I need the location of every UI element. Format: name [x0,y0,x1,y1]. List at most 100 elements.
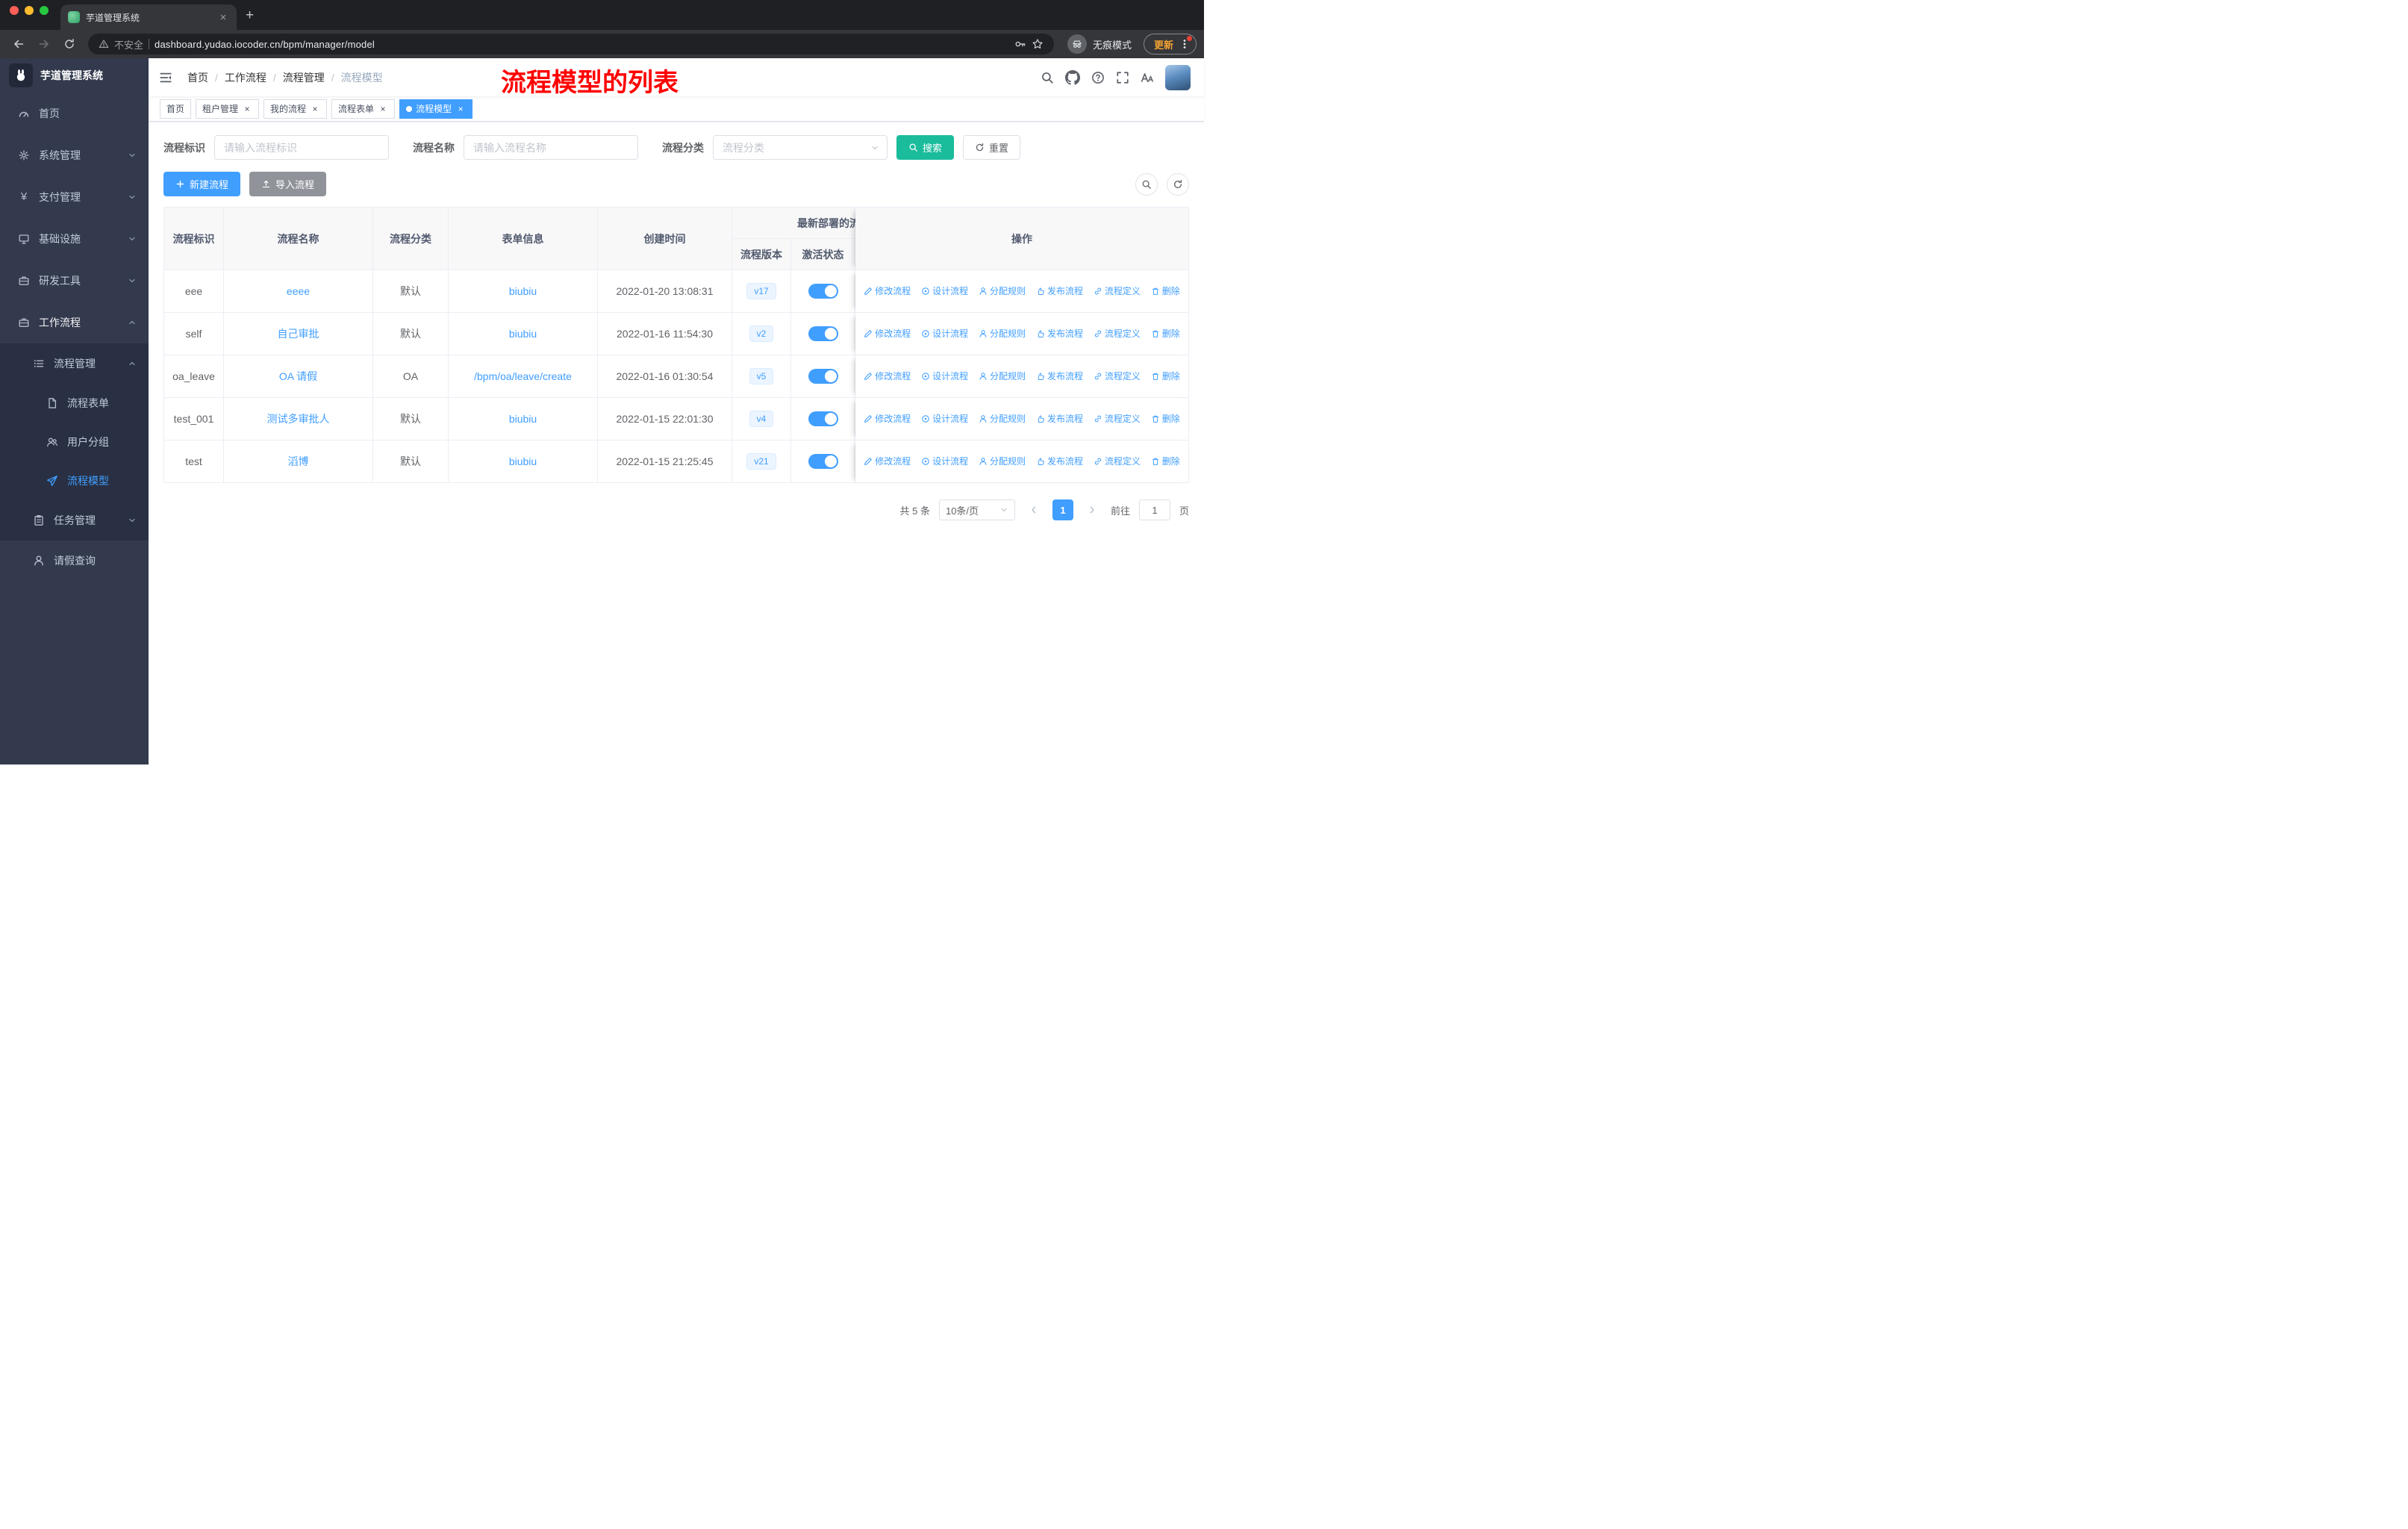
action-publish-process[interactable]: 发布流程 [1036,284,1083,297]
action-process-definition[interactable]: 流程定义 [1094,327,1141,340]
forward-button[interactable] [33,33,55,55]
sidebar-item-leave-query[interactable]: 请假查询 [0,541,149,581]
action-delete[interactable]: 删除 [1151,327,1180,340]
form-info-link[interactable]: biubiu [509,413,537,425]
close-window-button[interactable] [10,5,19,15]
tag-process-model[interactable]: 流程模型 × [399,99,473,119]
reload-button[interactable] [58,33,81,55]
minimize-window-button[interactable] [25,5,34,15]
process-name-link[interactable]: 自己审批 [278,328,319,340]
create-process-button[interactable]: 新建流程 [163,172,241,196]
tag-close-icon[interactable]: × [378,104,388,114]
password-key-icon[interactable] [1014,38,1026,50]
active-toggle[interactable] [808,454,838,469]
incognito-indicator[interactable]: 无痕模式 [1061,34,1138,54]
action-design-process[interactable]: 设计流程 [921,412,968,425]
sidebar-item-dev-tools[interactable]: 研发工具 [0,260,149,302]
sidebar-item-system-management[interactable]: 系统管理 [0,134,149,176]
form-info-link[interactable]: biubiu [509,328,537,340]
import-process-button[interactable]: 导入流程 [249,172,327,196]
sidebar-toggle-icon[interactable] [159,69,175,86]
breadcrumb-item-process-management[interactable]: 流程管理 [283,70,325,85]
action-delete[interactable]: 删除 [1151,370,1180,382]
form-info-link[interactable]: biubiu [509,285,537,297]
tag-process-form[interactable]: 流程表单 × [331,99,396,119]
process-name-link[interactable]: 测试多审批人 [267,413,330,425]
browser-tab[interactable]: 芋道管理系统 × [60,4,237,30]
prev-page-button[interactable] [1024,500,1044,520]
action-process-definition[interactable]: 流程定义 [1094,455,1141,467]
active-toggle[interactable] [808,284,838,299]
tag-close-icon[interactable]: × [455,104,466,114]
help-icon[interactable] [1091,71,1105,84]
process-name-link[interactable]: eeee [287,285,310,297]
sidebar-item-workflow[interactable]: 工作流程 [0,302,149,343]
address-bar[interactable]: 不安全 dashboard.yudao.iocoder.cn/bpm/manag… [88,34,1054,55]
action-assign-rule[interactable]: 分配规则 [979,370,1026,382]
browser-menu-icon[interactable] [1176,36,1193,52]
action-modify-process[interactable]: 修改流程 [864,412,911,425]
action-assign-rule[interactable]: 分配规则 [979,455,1026,467]
toggle-search-button[interactable] [1135,172,1158,196]
tag-tenant-management[interactable]: 租户管理 × [196,99,260,119]
page-size-select[interactable]: 10条/页 [938,499,1015,520]
refresh-table-button[interactable] [1167,172,1189,196]
tag-close-icon[interactable]: × [310,104,320,114]
next-page-button[interactable] [1082,500,1102,520]
action-modify-process[interactable]: 修改流程 [864,327,911,340]
action-assign-rule[interactable]: 分配规则 [979,412,1026,425]
action-modify-process[interactable]: 修改流程 [864,370,911,382]
sidebar-item-infrastructure[interactable]: 基础设施 [0,218,149,260]
process-name-link[interactable]: 滔博 [288,455,309,467]
action-process-definition[interactable]: 流程定义 [1094,412,1141,425]
active-toggle[interactable] [808,411,838,426]
category-select[interactable]: 流程分类 [713,135,888,160]
action-delete[interactable]: 删除 [1151,455,1180,467]
form-info-link[interactable]: /bpm/oa/leave/create [474,370,572,382]
breadcrumb-item-workflow[interactable]: 工作流程 [225,70,266,85]
action-publish-process[interactable]: 发布流程 [1036,327,1083,340]
font-size-icon[interactable] [1141,71,1154,84]
bookmark-star-icon[interactable] [1032,38,1044,50]
action-design-process[interactable]: 设计流程 [921,370,968,382]
active-toggle[interactable] [808,326,838,341]
zoom-window-button[interactable] [40,5,49,15]
user-avatar[interactable] [1165,64,1191,90]
tag-close-icon[interactable]: × [242,104,252,114]
action-design-process[interactable]: 设计流程 [921,284,968,297]
sidebar-item-process-management[interactable]: 流程管理 [0,343,149,384]
fullscreen-icon[interactable] [1116,71,1129,84]
action-process-definition[interactable]: 流程定义 [1094,370,1141,382]
sidebar-item-process-model[interactable]: 流程模型 [0,461,149,500]
action-modify-process[interactable]: 修改流程 [864,455,911,467]
sidebar-item-home[interactable]: 首页 [0,93,149,134]
action-delete[interactable]: 删除 [1151,412,1180,425]
process-name-input[interactable] [464,135,638,160]
process-key-input[interactable] [214,135,389,160]
action-delete[interactable]: 删除 [1151,284,1180,297]
search-button[interactable]: 搜索 [896,135,955,160]
github-icon[interactable] [1065,70,1080,85]
action-publish-process[interactable]: 发布流程 [1036,370,1083,382]
process-name-link[interactable]: OA 请假 [279,370,317,382]
reset-button[interactable]: 重置 [963,135,1021,160]
browser-update-button[interactable]: 更新 [1143,34,1197,55]
sidebar-item-payment-management[interactable]: ¥ 支付管理 [0,176,149,218]
new-tab-button[interactable]: + [246,7,254,24]
sidebar-item-process-form[interactable]: 流程表单 [0,384,149,423]
active-toggle[interactable] [808,369,838,384]
action-modify-process[interactable]: 修改流程 [864,284,911,297]
page-number-1[interactable]: 1 [1052,499,1073,520]
back-button[interactable] [7,33,30,55]
tab-close-icon[interactable]: × [217,11,229,24]
search-icon[interactable] [1041,71,1054,84]
goto-page-input[interactable] [1138,499,1170,520]
app-logo[interactable]: 芋道管理系统 [0,58,149,93]
action-publish-process[interactable]: 发布流程 [1036,455,1083,467]
form-info-link[interactable]: biubiu [509,455,537,467]
breadcrumb-item-home[interactable]: 首页 [187,70,208,85]
tag-home[interactable]: 首页 [160,99,192,119]
action-assign-rule[interactable]: 分配规则 [979,284,1026,297]
action-publish-process[interactable]: 发布流程 [1036,412,1083,425]
action-assign-rule[interactable]: 分配规则 [979,327,1026,340]
